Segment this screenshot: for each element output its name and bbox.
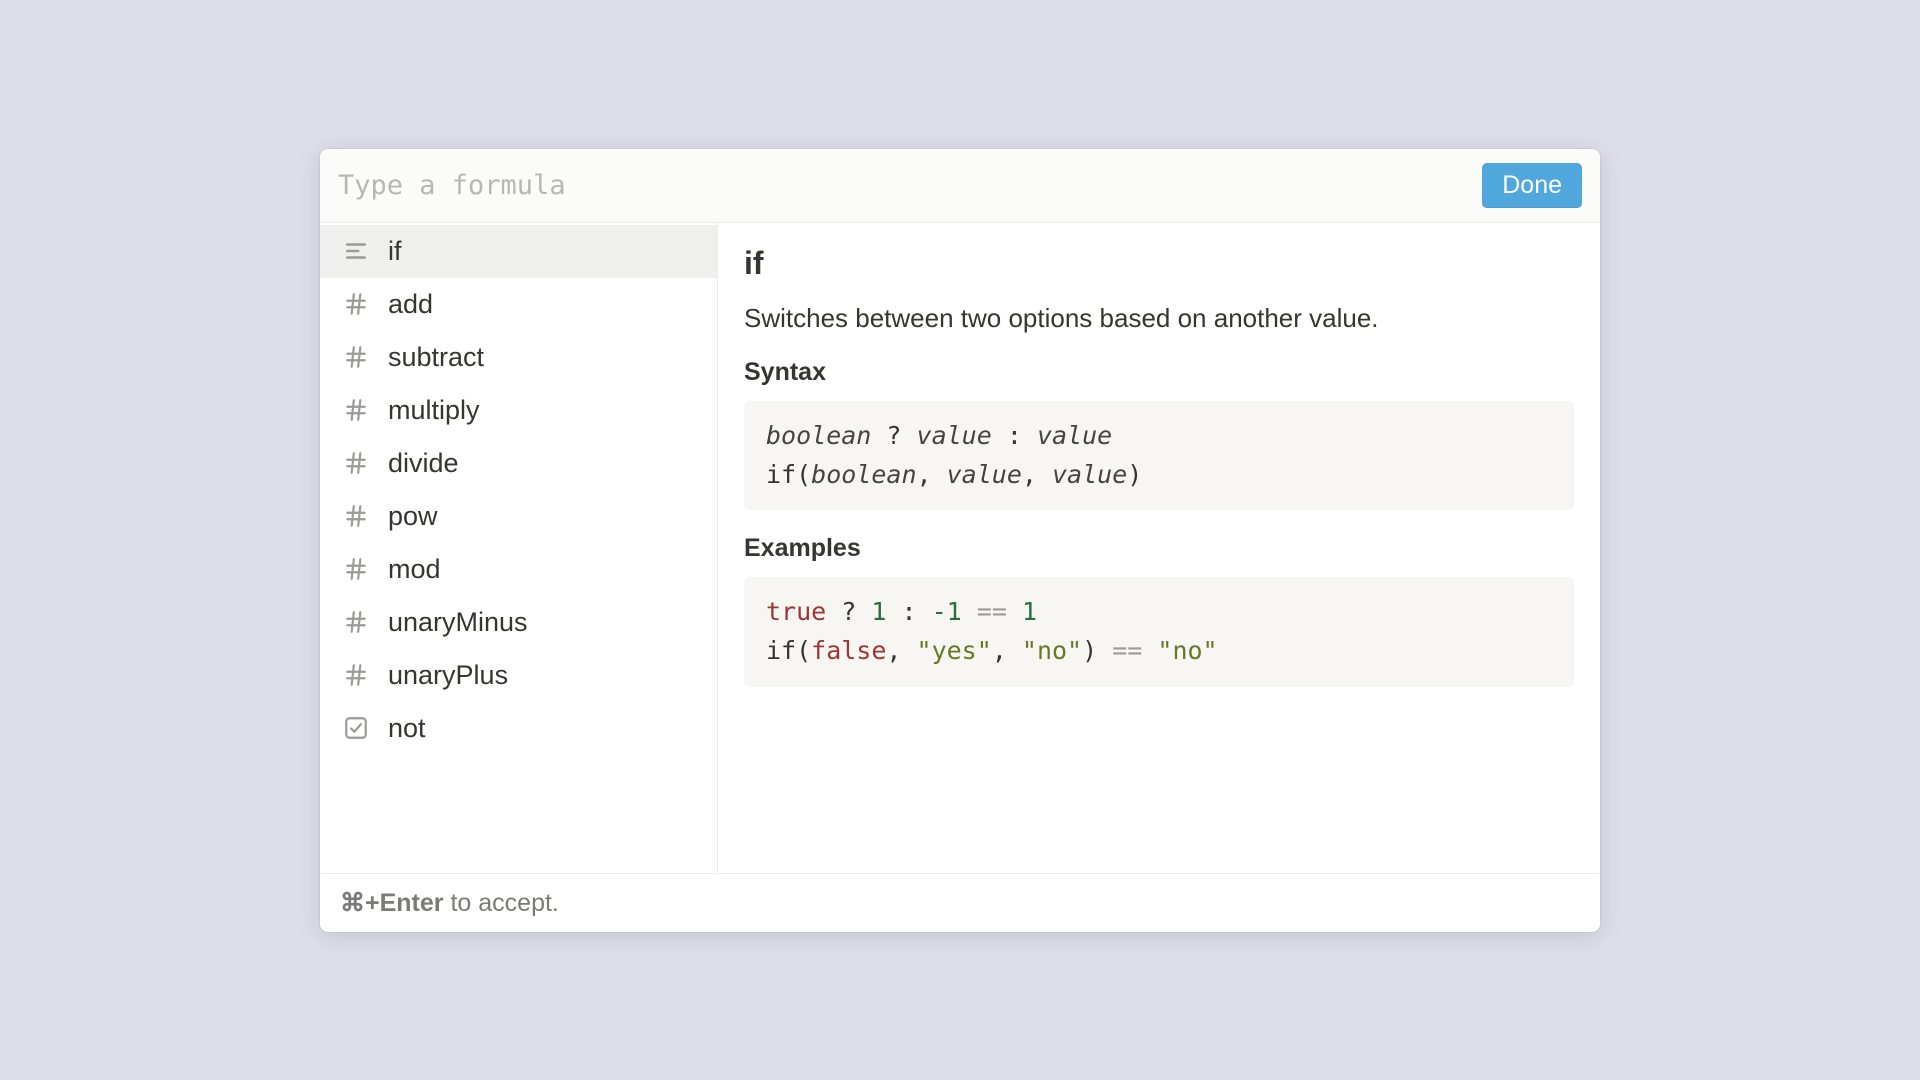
- number-icon: [342, 661, 370, 689]
- examples-code: true ? 1 : -1 == 1 if(false, "yes", "no"…: [744, 577, 1574, 687]
- modal-footer: ⌘+Enter to accept.: [320, 873, 1600, 932]
- list-item-label: multiply: [388, 395, 480, 426]
- list-item-label: unaryPlus: [388, 660, 508, 691]
- list-item-label: divide: [388, 448, 459, 479]
- list-item-label: if: [388, 236, 402, 267]
- list-item[interactable]: not: [320, 702, 717, 755]
- detail-description: Switches between two options based on an…: [744, 300, 1574, 336]
- detail-title: if: [744, 245, 1574, 282]
- list-item[interactable]: unaryPlus: [320, 649, 717, 702]
- formula-input[interactable]: [338, 170, 1482, 201]
- list-item[interactable]: divide: [320, 437, 717, 490]
- number-icon: [342, 343, 370, 371]
- number-icon: [342, 449, 370, 477]
- modal-body: if add subtract multiply divide pow mod unaryMi…: [320, 223, 1600, 873]
- list-item-label: unaryMinus: [388, 607, 528, 638]
- list-item[interactable]: subtract: [320, 331, 717, 384]
- check-icon: [342, 714, 370, 742]
- modal-header: Done: [320, 149, 1600, 223]
- list-item[interactable]: mod: [320, 543, 717, 596]
- function-list[interactable]: if add subtract multiply divide pow mod unaryMi…: [320, 223, 718, 873]
- list-item-label: subtract: [388, 342, 484, 373]
- syntax-code: boolean ? value : value if(boolean, valu…: [744, 401, 1574, 511]
- done-button[interactable]: Done: [1482, 163, 1582, 208]
- list-item-label: add: [388, 289, 433, 320]
- shortcut-rest: to accept.: [444, 889, 559, 917]
- list-item-label: pow: [388, 501, 438, 532]
- list-item-label: mod: [388, 554, 441, 585]
- number-icon: [342, 396, 370, 424]
- list-item[interactable]: unaryMinus: [320, 596, 717, 649]
- syntax-heading: Syntax: [744, 358, 1574, 387]
- examples-heading: Examples: [744, 534, 1574, 563]
- list-item[interactable]: pow: [320, 490, 717, 543]
- list-item[interactable]: if: [320, 225, 717, 278]
- function-detail: if Switches between two options based on…: [718, 223, 1600, 873]
- number-icon: [342, 608, 370, 636]
- list-item[interactable]: add: [320, 278, 717, 331]
- list-item[interactable]: multiply: [320, 384, 717, 437]
- shortcut-hint: ⌘+Enter: [340, 889, 444, 917]
- number-icon: [342, 502, 370, 530]
- text-icon: [342, 237, 370, 265]
- list-item-label: not: [388, 713, 426, 744]
- number-icon: [342, 555, 370, 583]
- number-icon: [342, 290, 370, 318]
- formula-modal: Done if add subtract multiply divide pow mod un…: [320, 149, 1600, 932]
